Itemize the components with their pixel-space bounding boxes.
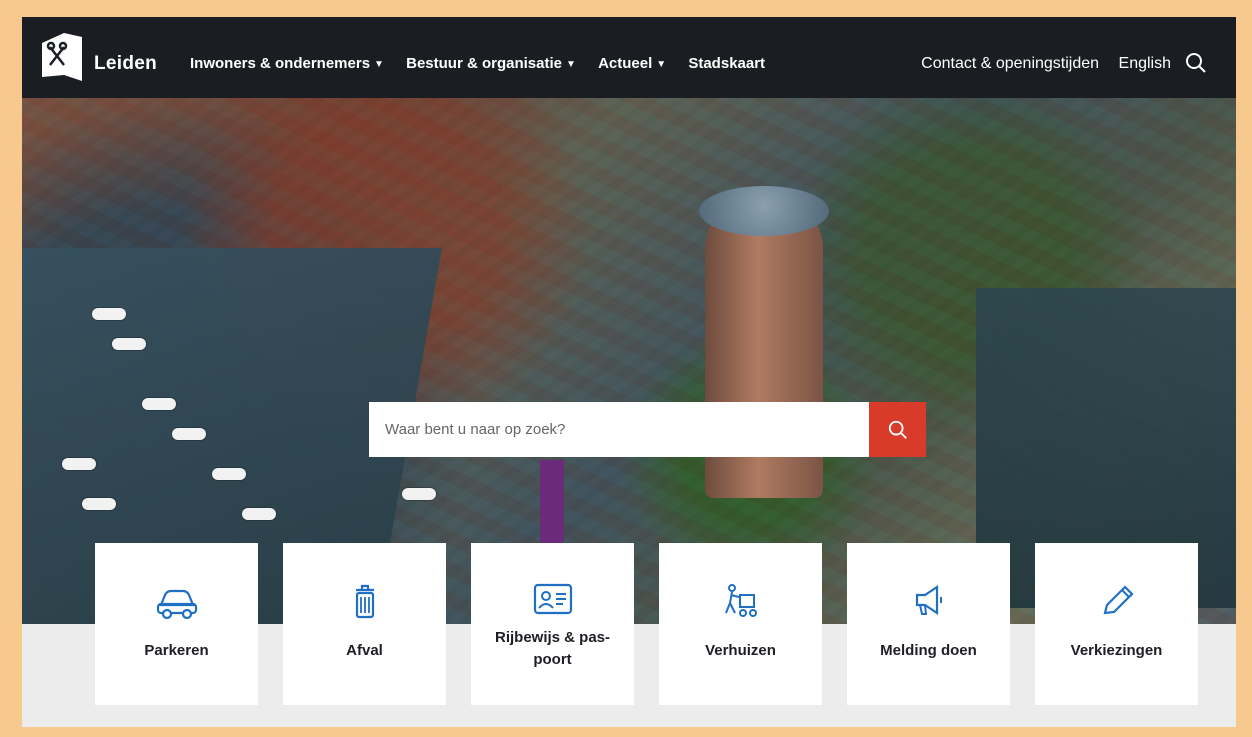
brand-name[interactable]: Leiden	[94, 53, 157, 75]
tile-melding[interactable]: Melding doen	[847, 543, 1010, 705]
tile-label: Verhuizen	[705, 642, 776, 659]
tile-label: Rijbewijs & pas- poort	[494, 629, 611, 668]
search-icon[interactable]	[1184, 51, 1208, 75]
nav-inwoners[interactable]: Inwoners & ondernemers ▼	[190, 55, 384, 72]
leiden-logo-icon[interactable]	[40, 31, 84, 83]
tile-label: Parkeren	[144, 642, 209, 659]
tile-afval[interactable]: Afval	[283, 543, 446, 705]
search-icon	[888, 420, 907, 439]
main-nav: Inwoners & ondernemers ▼ Bestuur & organi…	[190, 55, 783, 72]
tile-label: Afval	[346, 642, 383, 659]
moving-icon	[724, 584, 757, 617]
id-card-icon	[533, 583, 572, 615]
tile-label: Verkiezingen	[1070, 642, 1163, 659]
search-bar	[369, 402, 926, 457]
car-icon	[156, 589, 197, 619]
trash-icon	[355, 584, 374, 619]
pencil-icon	[1103, 585, 1134, 615]
caret-down-icon: ▼	[374, 59, 384, 70]
tile-rijbewijs[interactable]: Rijbewijs & pas- poort	[471, 543, 634, 705]
english-link[interactable]: English	[1119, 55, 1171, 72]
nav-bestuur[interactable]: Bestuur & organisatie ▼	[406, 55, 576, 72]
search-button[interactable]	[869, 402, 926, 457]
megaphone-icon	[915, 584, 942, 616]
site-header: Leiden Inwoners & ondernemers ▼ Bestuur &…	[22, 17, 1236, 98]
tile-verkiezingen[interactable]: Verkiezingen	[1035, 543, 1198, 705]
nav-stadskaart[interactable]: Stadskaart	[688, 55, 765, 72]
browser-page: Leiden Inwoners & ondernemers ▼ Bestuur &…	[22, 17, 1236, 727]
nav-actueel[interactable]: Actueel ▼	[598, 55, 666, 72]
caret-down-icon: ▼	[566, 59, 576, 70]
utility-links: Contact & openingstijden English	[906, 55, 1171, 73]
tile-label: Melding doen	[880, 642, 977, 659]
tile-verhuizen[interactable]: Verhuizen	[659, 543, 822, 705]
contact-link[interactable]: Contact & openingstijden	[921, 55, 1099, 72]
tile-parkeren[interactable]: Parkeren	[95, 543, 258, 705]
caret-down-icon: ▼	[656, 59, 667, 70]
search-input[interactable]	[369, 402, 869, 457]
